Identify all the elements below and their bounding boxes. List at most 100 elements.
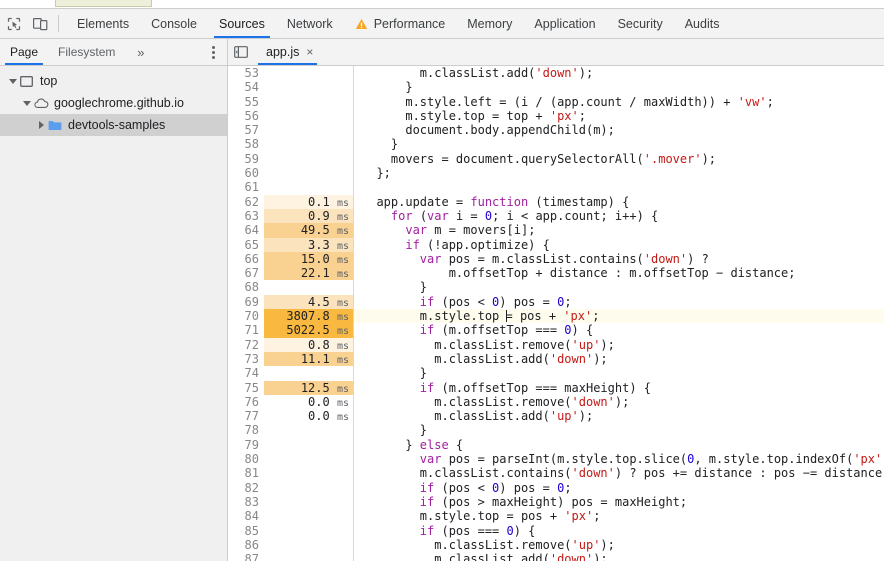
line-number[interactable]: 87 <box>228 552 264 561</box>
code-line-text[interactable]: m.style.top = pos + 'px'; <box>354 509 884 523</box>
line-number[interactable]: 77 <box>228 409 264 424</box>
code-line[interactable]: 73 11.1 ms m.classList.add('down'); <box>228 351 884 367</box>
line-number[interactable]: 64 <box>228 223 264 238</box>
line-number[interactable]: 67 <box>228 266 264 281</box>
nav-overflow-chevron-icon[interactable]: » <box>125 39 155 65</box>
code-line-text[interactable]: if (!app.optimize) { <box>354 238 884 252</box>
code-line[interactable]: 61 <box>228 180 884 195</box>
code-line[interactable]: 60 }; <box>228 166 884 181</box>
line-number[interactable]: 60 <box>228 166 264 181</box>
line-number[interactable]: 61 <box>228 180 264 195</box>
code-line-text[interactable]: m.classList.remove('up'); <box>354 538 884 552</box>
code-line[interactable]: 75 12.5 ms if (m.offsetTop === maxHeight)… <box>228 380 884 395</box>
code-line[interactable]: 80 var pos = parseInt(m.style.top.slice(… <box>228 452 884 467</box>
tab-memory[interactable]: Memory <box>456 9 523 38</box>
code-line-text[interactable]: if (pos > maxHeight) pos = maxHeight; <box>354 495 884 509</box>
code-line-text[interactable]: } <box>354 423 884 437</box>
line-number[interactable]: 66 <box>228 251 264 267</box>
line-number[interactable]: 63 <box>228 208 264 224</box>
line-number[interactable]: 86 <box>228 537 264 553</box>
code-line-text[interactable]: } <box>354 280 884 294</box>
line-number[interactable]: 73 <box>228 351 264 367</box>
line-number[interactable]: 70 <box>228 309 264 324</box>
code-line[interactable]: 63 0.9 ms for (var i = 0; i < app.count; … <box>228 208 884 224</box>
line-number[interactable]: 58 <box>228 137 264 152</box>
code-line[interactable]: 83 if (pos > maxHeight) pos = maxHeight; <box>228 494 884 510</box>
disclosure-triangle-right-icon[interactable] <box>34 121 48 129</box>
code-line-text[interactable]: for (var i = 0; i < app.count; i++) { <box>354 209 884 223</box>
line-number[interactable]: 74 <box>228 366 264 381</box>
code-line[interactable]: 74 } <box>228 366 884 381</box>
tab-console[interactable]: Console <box>140 9 208 38</box>
line-number[interactable]: 82 <box>228 480 264 495</box>
nav-tab-page[interactable]: Page <box>0 39 48 65</box>
code-line-text[interactable]: if (pos < 0) pos = 0; <box>354 481 884 495</box>
code-line-text[interactable]: if (pos === 0) { <box>354 524 884 538</box>
line-number[interactable]: 71 <box>228 323 264 338</box>
code-line[interactable]: 87 m.classList.add('down'); <box>228 552 884 561</box>
code-line-text[interactable]: m.classList.add('down'); <box>354 552 884 561</box>
tab-audits[interactable]: Audits <box>674 9 731 38</box>
code-line[interactable]: 77 0.0 ms m.classList.add('up'); <box>228 409 884 424</box>
device-toolbar-icon[interactable] <box>27 9 54 38</box>
code-editor[interactable]: 53 m.classList.add('down'); 54 } 55 m.styl… <box>228 66 884 561</box>
code-line[interactable]: 81 m.classList.contains('down') ? pos +=… <box>228 466 884 481</box>
tree-item-top[interactable]: top <box>0 70 227 92</box>
code-line-text[interactable]: } else { <box>354 438 884 452</box>
inspect-element-icon[interactable] <box>0 9 27 38</box>
line-number[interactable]: 69 <box>228 294 264 310</box>
code-line[interactable]: 68 } <box>228 280 884 295</box>
code-line[interactable]: 59 movers = document.querySelectorAll('.… <box>228 151 884 167</box>
nav-more-options-kebab-icon[interactable] <box>199 39 227 65</box>
code-line-text[interactable]: } <box>354 80 884 94</box>
code-line-text[interactable]: m.classList.remove('down'); <box>354 395 884 409</box>
code-line-text[interactable]: if (pos < 0) pos = 0; <box>354 295 884 309</box>
line-number[interactable]: 55 <box>228 94 264 109</box>
line-number[interactable]: 62 <box>228 194 264 209</box>
line-number[interactable]: 75 <box>228 380 264 395</box>
code-line-text[interactable]: }; <box>354 166 884 180</box>
code-line-text[interactable]: m.classList.add('up'); <box>354 409 884 423</box>
code-line[interactable]: 58 } <box>228 137 884 152</box>
line-number[interactable]: 85 <box>228 523 264 538</box>
code-line-text[interactable]: m.classList.add('down'); <box>354 352 884 366</box>
code-line[interactable]: 72 0.8 ms m.classList.remove('up'); <box>228 337 884 352</box>
code-line[interactable]: 69 4.5 ms if (pos < 0) pos = 0; <box>228 294 884 310</box>
tab-network[interactable]: Network <box>276 9 344 38</box>
nav-tab-filesystem[interactable]: Filesystem <box>48 39 125 65</box>
code-line-text[interactable]: m.style.top = top + 'px'; <box>354 109 884 123</box>
tab-performance[interactable]: Performance <box>344 9 457 38</box>
code-line[interactable]: 53 m.classList.add('down'); <box>228 66 884 81</box>
code-line-text[interactable]: } <box>354 137 884 151</box>
tree-item-devtools-samples[interactable]: devtools-samples <box>0 114 227 136</box>
code-line-text[interactable]: document.body.appendChild(m); <box>354 123 884 137</box>
tab-elements[interactable]: Elements <box>66 9 140 38</box>
line-number[interactable]: 79 <box>228 437 264 453</box>
code-line[interactable]: 85 if (pos === 0) { <box>228 523 884 538</box>
code-line[interactable]: 66 15.0 ms var pos = m.classList.contains… <box>228 251 884 267</box>
line-number[interactable]: 80 <box>228 452 264 467</box>
code-line-text[interactable]: app.update = function (timestamp) { <box>354 195 884 209</box>
code-line[interactable]: 70 3807.8 ms m.style.top = pos + 'px'; <box>228 309 884 324</box>
code-line-text[interactable]: m.classList.contains('down') ? pos += di… <box>354 466 884 480</box>
code-line-text[interactable]: var pos = m.classList.contains('down') ? <box>354 252 884 266</box>
code-line-text[interactable]: } <box>354 366 884 380</box>
line-number[interactable]: 57 <box>228 123 264 138</box>
disclosure-triangle-down-icon[interactable] <box>20 100 34 106</box>
code-line-text[interactable]: m.classList.add('down'); <box>354 66 884 80</box>
code-line[interactable]: 67 22.1 ms m.offsetTop + distance : m.off… <box>228 266 884 281</box>
code-line[interactable]: 55 m.style.left = (i / (app.count / maxW… <box>228 94 884 109</box>
code-line[interactable]: 57 document.body.appendChild(m); <box>228 123 884 138</box>
close-icon[interactable]: × <box>306 46 313 58</box>
code-line[interactable]: 71 5022.5 ms if (m.offsetTop === 0) { <box>228 323 884 338</box>
code-line-text[interactable]: var pos = parseInt(m.style.top.slice(0, … <box>354 452 884 466</box>
code-line[interactable]: 78 } <box>228 423 884 438</box>
code-line-text[interactable]: movers = document.querySelectorAll('.mov… <box>354 152 884 166</box>
line-number[interactable]: 54 <box>228 80 264 95</box>
tab-sources[interactable]: Sources <box>208 9 276 38</box>
code-line[interactable]: 79 } else { <box>228 437 884 453</box>
line-number[interactable]: 56 <box>228 108 264 124</box>
code-line[interactable]: 82 if (pos < 0) pos = 0; <box>228 480 884 495</box>
code-line[interactable]: 64 49.5 ms var m = movers[i]; <box>228 223 884 238</box>
code-line-text[interactable]: m.classList.remove('up'); <box>354 338 884 352</box>
